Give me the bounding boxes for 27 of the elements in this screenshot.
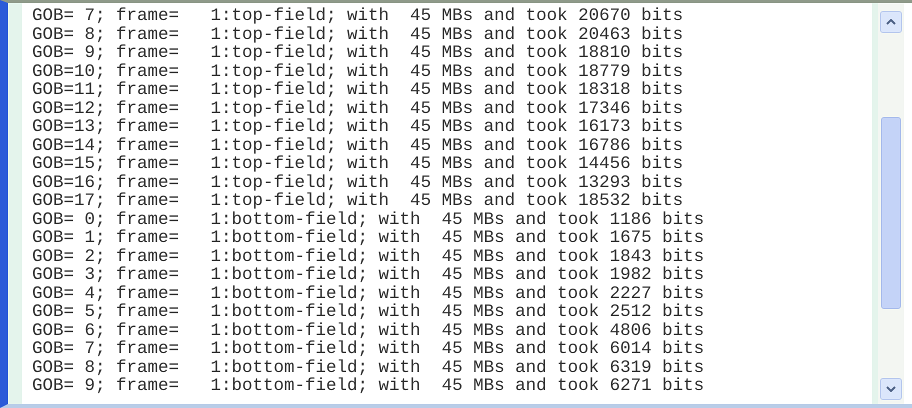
log-line: GOB= 9; frame= 1:bottom-field; with 45 MBs and took 6271 bits — [32, 377, 704, 396]
vertical-scrollbar[interactable] — [872, 3, 904, 404]
log-line: GOB=14; frame= 1:top-field; with 45 MBs and took 16786 bits — [32, 136, 684, 155]
log-line: GOB= 4; frame= 1:bottom-field; with 45 MBs and took 2227 bits — [32, 284, 704, 303]
scroll-up-button[interactable] — [880, 11, 902, 33]
log-line: GOB= 2; frame= 1:bottom-field; with 45 MBs and took 1843 bits — [32, 248, 704, 266]
log-line: GOB= 7; frame= 1:top-field; with 45 MBs and took 20670 bits — [32, 7, 684, 26]
log-line: GOB= 6; frame= 1:bottom-field; with 45 MBs and took 4806 bits — [32, 322, 704, 340]
log-line: GOB=13; frame= 1:top-field; with 45 MBs and took 16173 bits — [32, 118, 684, 136]
log-line: GOB= 5; frame= 1:bottom-field; with 45 MBs and took 2512 bits — [32, 303, 704, 322]
log-line: GOB= 0; frame= 1:bottom-field; with 45 MBs and took 1186 bits — [32, 210, 704, 229]
chevron-down-icon — [886, 386, 896, 392]
log-line: GOB= 9; frame= 1:top-field; with 45 MBs and took 18810 bits — [32, 44, 684, 62]
log-line: GOB= 1; frame= 1:bottom-field; with 45 MBs and took 1675 bits — [32, 229, 704, 248]
log-line: GOB=16; frame= 1:top-field; with 45 MBs and took 13293 bits — [32, 174, 684, 192]
scroll-thumb[interactable] — [881, 117, 901, 309]
log-line: GOB=10; frame= 1:top-field; with 45 MBs and took 18779 bits — [32, 62, 684, 81]
log-line: GOB= 8; frame= 1:top-field; with 45 MBs and took 20463 bits — [32, 26, 684, 44]
log-line: GOB= 7; frame= 1:bottom-field; with 45 MBs and took 6014 bits — [32, 340, 704, 358]
log-line: GOB=12; frame= 1:top-field; with 45 MBs and took 17346 bits — [32, 100, 684, 118]
log-line: GOB= 3; frame= 1:bottom-field; with 45 MBs and took 1982 bits — [32, 266, 704, 284]
log-line: GOB=17; frame= 1:top-field; with 45 MBs and took 18532 bits — [32, 192, 684, 210]
chevron-up-icon — [886, 19, 896, 25]
log-line: GOB=15; frame= 1:top-field; with 45 MBs and took 14456 bits — [32, 155, 684, 174]
log-line: GOB=11; frame= 1:top-field; with 45 MBs and took 18318 bits — [32, 81, 684, 100]
scroll-down-button[interactable] — [880, 378, 902, 400]
log-line: GOB= 8; frame= 1:bottom-field; with 45 MBs and took 6319 bits — [32, 358, 704, 377]
